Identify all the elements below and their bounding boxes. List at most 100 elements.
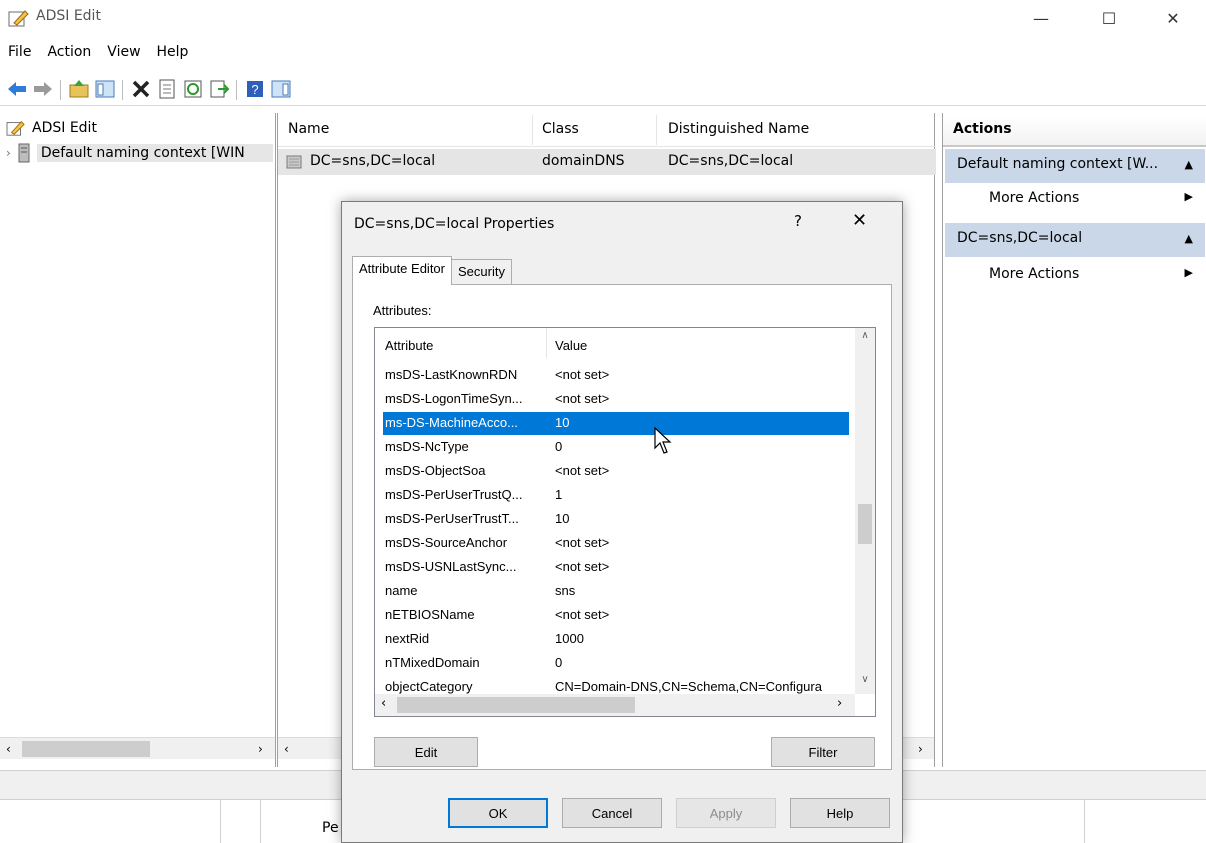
up-folder-icon[interactable]: [68, 78, 90, 100]
attribute-name: msDS-ObjectSoa: [385, 463, 486, 478]
column-header-distinguished-name[interactable]: Distinguished Name: [668, 121, 809, 137]
refresh-icon[interactable]: [182, 78, 204, 100]
scroll-right-icon[interactable]: ›: [258, 742, 263, 756]
submenu-arrow-icon: ▶: [1184, 190, 1193, 203]
column-separator[interactable]: [656, 115, 657, 145]
attribute-list-header: Attribute Value: [375, 328, 855, 358]
attribute-horizontal-scrollbar[interactable]: ‹ ›: [375, 694, 855, 716]
row-class: domainDNS: [542, 153, 625, 169]
attribute-vertical-scrollbar[interactable]: ∧ ∨: [855, 328, 875, 694]
tab-attribute-editor[interactable]: Attribute Editor: [352, 256, 452, 285]
attribute-name: objectCategory: [385, 679, 473, 694]
attribute-row[interactable]: msDS-USNLastSync... <not set>: [383, 556, 849, 579]
maximize-button[interactable]: ☐: [1086, 4, 1132, 32]
scroll-thumb[interactable]: [22, 741, 150, 757]
scroll-right-icon[interactable]: ›: [918, 742, 923, 756]
column-header-name[interactable]: Name: [288, 121, 329, 137]
window-title: ADSI Edit: [36, 8, 101, 24]
attribute-row[interactable]: nextRid 1000: [383, 628, 849, 651]
actions-group-default-naming-context[interactable]: Default naming context [W... ▲: [945, 149, 1205, 183]
attribute-value: sns: [555, 583, 576, 598]
attribute-row[interactable]: msDS-PerUserTrustQ... 1: [383, 484, 849, 507]
svg-text:?: ?: [251, 82, 258, 97]
column-header-attribute[interactable]: Attribute: [385, 338, 433, 353]
menu-view[interactable]: View: [99, 40, 148, 68]
scroll-up-icon[interactable]: ∧: [855, 330, 875, 350]
attribute-row[interactable]: msDS-NcType 0: [383, 436, 849, 459]
submenu-arrow-icon: ▶: [1184, 266, 1193, 279]
collapse-up-icon[interactable]: ▲: [1185, 158, 1193, 171]
attribute-row[interactable]: nETBIOSName <not set>: [383, 604, 849, 627]
ok-button[interactable]: OK: [448, 798, 548, 828]
attribute-value: <not set>: [555, 463, 610, 478]
action-more-actions[interactable]: More Actions ▶: [989, 190, 1203, 206]
scroll-left-icon[interactable]: ‹: [381, 696, 386, 711]
menu-help[interactable]: Help: [149, 40, 197, 68]
tab-security[interactable]: Security: [452, 259, 512, 285]
divider: [220, 800, 221, 843]
menu-file[interactable]: File: [0, 40, 39, 68]
attribute-value: <not set>: [555, 559, 610, 574]
collapse-up-icon[interactable]: ▲: [1185, 232, 1193, 245]
properties-icon[interactable]: [156, 78, 178, 100]
attribute-name: msDS-SourceAnchor: [385, 535, 508, 550]
attribute-list[interactable]: Attribute Value msDS-LastKnownRDN <not se…: [374, 327, 876, 717]
tree-child-label: Default naming context [WIN: [36, 144, 273, 162]
bottom-partial-text: Pe: [322, 820, 339, 836]
forward-icon[interactable]: [32, 78, 54, 100]
scroll-thumb[interactable]: [397, 697, 635, 713]
attribute-name: msDS-LastKnownRDN: [385, 367, 518, 382]
actions-pane: Actions Default naming context [W... ▲ M…: [942, 113, 1206, 767]
tree-horizontal-scrollbar[interactable]: ‹ ›: [0, 737, 275, 759]
export-list-icon[interactable]: [208, 78, 230, 100]
adsi-edit-app-icon: [8, 10, 29, 27]
dialog-help-button[interactable]: ?: [794, 212, 802, 230]
action-more-actions[interactable]: More Actions ▶: [989, 266, 1203, 282]
actions-group-dc-sns-local[interactable]: DC=sns,DC=local ▲: [945, 223, 1205, 257]
column-separator[interactable]: [532, 115, 533, 145]
column-header-value[interactable]: Value: [555, 338, 587, 353]
attribute-row[interactable]: nTMixedDomain 0: [383, 652, 849, 675]
tree-root-item[interactable]: ADSI Edit: [6, 119, 97, 137]
edit-button[interactable]: Edit: [374, 737, 478, 767]
show-hide-action-pane-icon[interactable]: [270, 78, 292, 100]
attribute-row-selected[interactable]: ms-DS-MachineAcco... 10: [383, 412, 849, 435]
attribute-row[interactable]: msDS-LogonTimeSyn... <not set>: [383, 388, 849, 411]
show-hide-console-tree-icon[interactable]: [94, 78, 116, 100]
chevron-right-icon[interactable]: ›: [6, 146, 11, 160]
attribute-row[interactable]: msDS-ObjectSoa <not set>: [383, 460, 849, 483]
dialog-close-icon[interactable]: ✕: [852, 210, 867, 231]
cancel-button[interactable]: Cancel: [562, 798, 662, 828]
close-window-button[interactable]: ✕: [1150, 4, 1196, 32]
attribute-row[interactable]: name sns: [383, 580, 849, 603]
attribute-value: 10: [555, 415, 570, 430]
toolbar-separator: [60, 80, 61, 100]
help-icon[interactable]: ?: [244, 78, 266, 100]
actions-group-label: DC=sns,DC=local: [957, 230, 1083, 246]
scroll-left-icon[interactable]: ‹: [284, 742, 289, 756]
menu-action[interactable]: Action: [39, 40, 99, 68]
tree-item-default-naming-context[interactable]: › Default naming context [WIN: [6, 143, 276, 163]
back-icon[interactable]: [6, 78, 28, 100]
help-button[interactable]: Help: [790, 798, 890, 828]
properties-dialog: DC=sns,DC=local Properties ? ✕ Attribute…: [341, 201, 903, 843]
adsi-edit-icon: [6, 121, 25, 136]
attribute-value: <not set>: [555, 535, 610, 550]
title-bar: ADSI Edit — ☐ ✕: [0, 0, 1206, 36]
attribute-value: 1: [555, 487, 563, 502]
attribute-row[interactable]: msDS-PerUserTrustT... 10: [383, 508, 849, 531]
filter-button[interactable]: Filter: [771, 737, 875, 767]
column-separator[interactable]: [546, 328, 547, 358]
scroll-thumb[interactable]: [858, 504, 872, 544]
attribute-row[interactable]: msDS-LastKnownRDN <not set>: [383, 364, 849, 387]
scroll-down-icon[interactable]: ∨: [855, 674, 875, 694]
delete-icon[interactable]: [130, 78, 152, 100]
apply-button[interactable]: Apply: [676, 798, 776, 828]
minimize-button[interactable]: —: [1018, 4, 1064, 32]
scroll-left-icon[interactable]: ‹: [6, 742, 11, 756]
column-header-class[interactable]: Class: [542, 121, 579, 137]
list-row[interactable]: DC=sns,DC=local domainDNS DC=sns,DC=loca…: [278, 149, 936, 175]
scroll-right-icon[interactable]: ›: [837, 696, 842, 711]
attribute-row[interactable]: msDS-SourceAnchor <not set>: [383, 532, 849, 555]
attribute-name: msDS-LogonTimeSyn...: [385, 391, 523, 406]
